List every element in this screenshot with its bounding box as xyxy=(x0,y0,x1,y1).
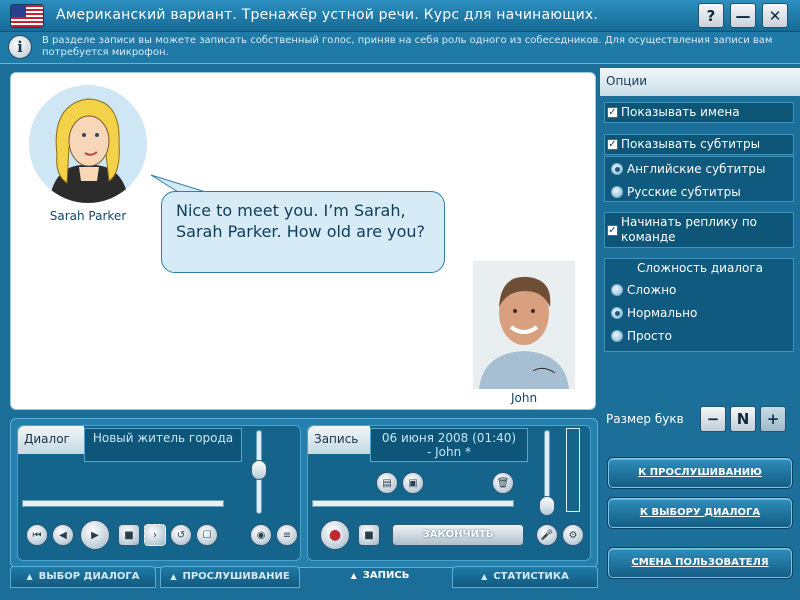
to-listening-button[interactable]: К ПРОСЛУШИВАНИЮ xyxy=(608,458,792,488)
equalizer-icon[interactable]: ≡ xyxy=(276,524,298,546)
speaker2-name: John xyxy=(510,391,538,405)
complexity-hard-label: Сложно xyxy=(627,283,677,297)
radio-icon xyxy=(611,186,623,198)
triangle-up-icon: ▲ xyxy=(170,572,177,581)
record-name-field: 06 июня 2008 (01:40) - John * xyxy=(370,428,528,462)
triangle-up-icon: ▲ xyxy=(481,572,488,581)
previous-icon[interactable]: ◀ xyxy=(52,524,74,546)
speaker1-name: Sarah Parker xyxy=(49,209,127,223)
record-label: Запись xyxy=(308,426,370,454)
record-volume-knob[interactable] xyxy=(539,496,555,516)
change-user-button[interactable]: СМЕНА ПОЛЬЗОВАТЕЛЯ xyxy=(608,548,792,578)
font-normal-button[interactable]: N xyxy=(730,406,756,432)
show-names-checkbox[interactable]: ✓ Показывать имена xyxy=(604,102,794,123)
font-decrease-button[interactable]: − xyxy=(700,406,726,432)
show-subtitles-checkbox[interactable]: ✓ Показывать субтитры xyxy=(604,134,794,155)
checkbox-icon: ✓ xyxy=(607,225,618,236)
to-dialog-select-button[interactable]: К ВЫБОРУ ДИАЛОГА xyxy=(608,498,792,528)
player-area: Диалог Новый житель города ⏮ ◀ ▶ ■ › ↺ ☐… xyxy=(10,418,598,568)
radio-selected-icon xyxy=(611,163,623,175)
complexity-normal-label: Нормально xyxy=(627,306,698,320)
tab-dialog-select[interactable]: ▲ ВЫБОР ДИАЛОГА xyxy=(10,566,156,588)
audio-settings-icon[interactable]: ◉ xyxy=(250,524,272,546)
russian-subtitles-label: Русские субтитры xyxy=(627,185,741,199)
info-text: В разделе записи вы можете записать собс… xyxy=(42,35,773,58)
triangle-up-icon: ▲ xyxy=(26,572,33,581)
dialog-progress-bar[interactable] xyxy=(22,500,224,507)
repeat-icon[interactable]: ↺ xyxy=(170,524,192,546)
speech-bubble: Nice to meet you. I’m Sarah, Sarah Parke… xyxy=(161,191,445,273)
rewind-start-icon[interactable]: ⏮ xyxy=(26,524,48,546)
help-button[interactable]: ? xyxy=(698,3,724,28)
delete-icon[interactable]: 🗑 xyxy=(492,472,514,494)
options-header: Опции xyxy=(600,68,800,96)
english-subtitles-label: Английские субтитры xyxy=(627,162,766,176)
triangle-up-icon: ▲ xyxy=(350,571,357,580)
show-names-label: Показывать имена xyxy=(621,105,740,119)
us-flag-icon xyxy=(10,4,44,28)
window-title: Американский вариант. Тренажёр устной ре… xyxy=(56,7,599,23)
tab-dialog-select-label: ВЫБОР ДИАЛОГА xyxy=(38,571,140,582)
checkbox-icon: ✓ xyxy=(607,107,618,118)
russian-subtitles-radio[interactable]: Русские субтитры xyxy=(611,185,741,199)
dialog-panel: Диалог Новый житель города ⏮ ◀ ▶ ■ › ↺ ☐… xyxy=(17,425,301,561)
subtitle-language-group: Английские субтитры Русские субтитры xyxy=(604,156,794,202)
next-icon[interactable]: › xyxy=(144,524,166,546)
radio-icon xyxy=(611,284,623,296)
record-panel: Запись 06 июня 2008 (01:40) - John * ▤ ▣… xyxy=(307,425,591,561)
record-level-meter xyxy=(566,428,580,512)
mic-settings-icon[interactable]: ⚙ xyxy=(562,524,584,546)
complexity-easy-label: Просто xyxy=(627,329,672,343)
complexity-group: Сложность диалога Сложно Нормально Прост… xyxy=(604,258,794,352)
english-subtitles-radio[interactable]: Английские субтитры xyxy=(611,162,765,176)
bottom-tabs: ▲ ВЫБОР ДИАЛОГА ▲ ПРОСЛУШИВАНИЕ ▲ ЗАПИСЬ ▲ С… xyxy=(0,562,600,600)
info-icon: i xyxy=(8,35,32,59)
options-panel: Опции ✓ Показывать имена ✓ Показывать су… xyxy=(600,68,800,600)
dialog-stage: Sarah Parker Nice to meet you. I’m Sarah… xyxy=(10,72,596,410)
tab-listening[interactable]: ▲ ПРОСЛУШИВАНИЕ xyxy=(160,566,300,588)
subtitle-bubble-icon[interactable]: ☐ xyxy=(196,524,218,546)
dialog-label: Диалог xyxy=(18,426,84,454)
close-button[interactable]: ✕ xyxy=(762,3,788,28)
record-progress-bar[interactable] xyxy=(312,500,514,507)
record-stop-icon[interactable]: ■ xyxy=(358,524,380,546)
tab-statistics[interactable]: ▲ СТАТИСТИКА xyxy=(452,566,598,588)
show-subtitles-label: Показывать субтитры xyxy=(621,137,761,151)
john-photo xyxy=(473,261,575,389)
complexity-normal-radio[interactable]: Нормально xyxy=(611,306,697,320)
save-icon[interactable]: ▣ xyxy=(402,472,424,494)
minimize-button[interactable]: — xyxy=(730,3,756,28)
font-size-label: Размер букв xyxy=(606,412,684,426)
start-on-command-label: Начинать реплику по команде xyxy=(621,215,758,244)
complexity-hard-radio[interactable]: Сложно xyxy=(611,283,676,297)
tab-recording[interactable]: ▲ ЗАПИСЬ xyxy=(310,566,450,588)
title-bar: Американский вариант. Тренажёр устной ре… xyxy=(0,0,800,32)
play-icon[interactable]: ▶ xyxy=(80,520,110,550)
font-increase-button[interactable]: + xyxy=(760,406,786,432)
dialog-name-field: Новый житель города xyxy=(84,428,242,462)
start-on-command-checkbox[interactable]: ✓ Начинать реплику по команде xyxy=(604,212,794,248)
radio-icon xyxy=(611,330,623,342)
tab-recording-label: ЗАПИСЬ xyxy=(362,570,410,581)
info-bar: i В разделе записи вы можете записать со… xyxy=(0,32,800,64)
checkbox-icon: ✓ xyxy=(607,139,618,150)
tab-statistics-label: СТАТИСТИКА xyxy=(493,571,569,582)
complexity-easy-radio[interactable]: Просто xyxy=(611,329,672,343)
tab-listening-label: ПРОСЛУШИВАНИЕ xyxy=(182,571,290,582)
complexity-title: Сложность диалога xyxy=(637,261,763,275)
finish-button[interactable]: ЗАКОНЧИТЬ xyxy=(392,524,524,546)
open-folder-icon[interactable]: ▤ xyxy=(376,472,398,494)
record-icon[interactable]: ● xyxy=(320,520,350,550)
sarah-avatar xyxy=(29,85,147,203)
microphone-icon[interactable]: 🎤 xyxy=(536,524,558,546)
dialog-volume-knob[interactable] xyxy=(251,460,267,480)
stop-icon[interactable]: ■ xyxy=(118,524,140,546)
radio-selected-icon xyxy=(611,307,623,319)
